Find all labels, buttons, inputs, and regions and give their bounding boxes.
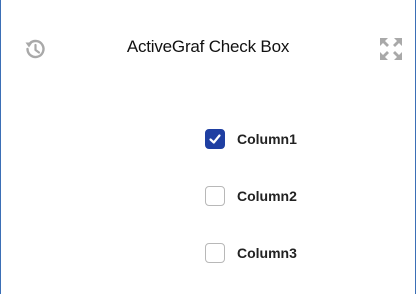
checkbox-list: Column1 Column2 Column3 [205, 126, 297, 294]
expand-button[interactable] [378, 36, 404, 62]
checkbox-option-column1[interactable]: Column1 [205, 126, 297, 152]
expand-icon [380, 38, 402, 60]
checkbox[interactable] [205, 186, 225, 206]
checkbox[interactable] [205, 243, 225, 263]
checkbox-option-column3[interactable]: Column3 [205, 240, 297, 266]
checkbox-widget: ActiveGraf Check Box Column1 Column2 Col… [0, 0, 416, 294]
checkbox-label: Column2 [237, 188, 297, 204]
widget-title: ActiveGraf Check Box [126, 37, 290, 56]
checkbox-label: Column1 [237, 131, 297, 147]
widget-header: ActiveGraf Check Box [1, 0, 415, 94]
checkbox[interactable] [205, 129, 225, 149]
checkmark-icon [209, 134, 221, 144]
checkbox-option-column2[interactable]: Column2 [205, 183, 297, 209]
checkbox-label: Column3 [237, 245, 297, 261]
